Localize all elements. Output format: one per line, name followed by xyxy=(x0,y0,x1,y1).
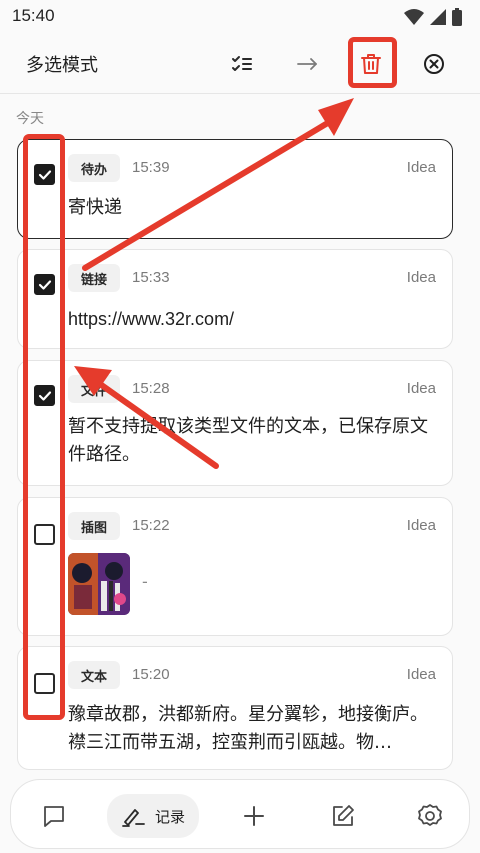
annotation-arrows xyxy=(74,98,354,469)
arrow-to-checkbox-column xyxy=(74,366,219,469)
arrow-to-delete-icon xyxy=(82,98,354,271)
